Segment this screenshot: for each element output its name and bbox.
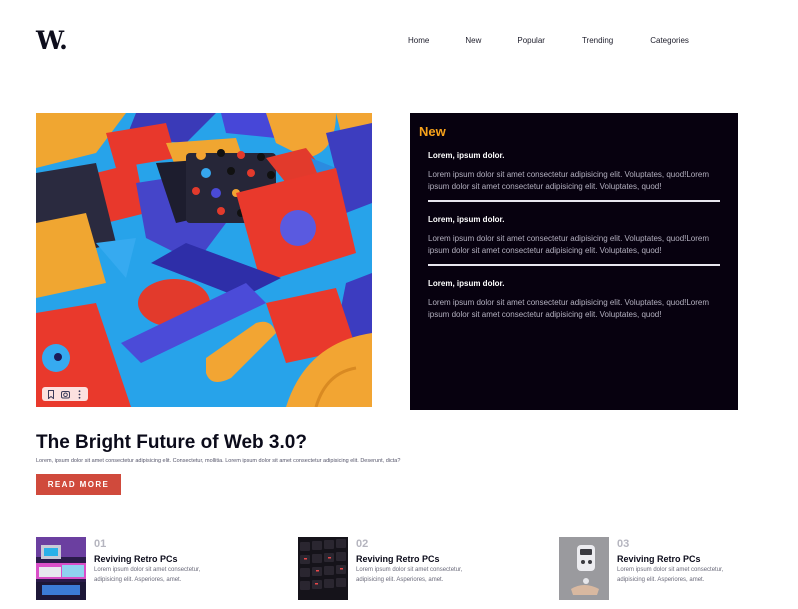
nav-new[interactable]: New bbox=[465, 36, 481, 45]
divider bbox=[428, 200, 720, 202]
card-number: 03 bbox=[617, 538, 630, 550]
new-item-title[interactable]: Lorem, ipsum dolor. bbox=[428, 279, 720, 288]
article-card[interactable]: 02 Reviving Retro PCs Lorem ipsum dolor … bbox=[298, 537, 486, 600]
keyboard-image bbox=[298, 537, 348, 600]
lens-icon[interactable] bbox=[58, 388, 72, 400]
nav-home[interactable]: Home bbox=[408, 36, 429, 45]
new-item-text: Lorem ipsum dolor sit amet consectetur a… bbox=[428, 234, 710, 255]
card-number: 02 bbox=[356, 538, 369, 550]
new-item[interactable]: Lorem, ipsum dolor. Lorem ipsum dolor si… bbox=[419, 279, 720, 321]
nav-categories[interactable]: Categories bbox=[650, 36, 689, 45]
bookmark-icon[interactable] bbox=[44, 388, 58, 400]
nav-popular[interactable]: Popular bbox=[517, 36, 545, 45]
more-icon[interactable] bbox=[72, 388, 86, 400]
card-thumbnail[interactable] bbox=[559, 537, 609, 600]
card-text: Lorem ipsum dolor sit amet consectetur, … bbox=[356, 567, 463, 583]
card-thumbnail[interactable] bbox=[36, 537, 86, 600]
featured-headline[interactable]: The Bright Future of Web 3.0? bbox=[36, 432, 307, 454]
card-thumbnail[interactable] bbox=[298, 537, 348, 600]
new-panel: New Lorem, ipsum dolor. Lorem ipsum dolo… bbox=[410, 113, 738, 410]
new-item-title[interactable]: Lorem, ipsum dolor. bbox=[428, 151, 720, 160]
new-item[interactable]: Lorem, ipsum dolor. Lorem ipsum dolor si… bbox=[419, 215, 720, 257]
new-panel-title: New bbox=[419, 124, 446, 139]
card-text: Lorem ipsum dolor sit amet consectetur, … bbox=[94, 567, 201, 583]
card-title[interactable]: Reviving Retro PCs bbox=[94, 554, 224, 564]
retro-pc-image bbox=[36, 537, 86, 600]
divider bbox=[428, 264, 720, 266]
card-title[interactable]: Reviving Retro PCs bbox=[617, 554, 747, 564]
read-more-button[interactable]: READ MORE bbox=[36, 474, 121, 495]
new-item-title[interactable]: Lorem, ipsum dolor. bbox=[428, 215, 720, 224]
site-logo[interactable]: W. bbox=[36, 26, 68, 55]
article-card[interactable]: 01 Reviving Retro PCs Lorem ipsum dolor … bbox=[36, 537, 224, 600]
new-item-text: Lorem ipsum dolor sit amet consectetur a… bbox=[428, 170, 710, 191]
card-text: Lorem ipsum dolor sit amet consectetur, … bbox=[617, 567, 724, 583]
card-number: 01 bbox=[94, 538, 107, 550]
main-nav: Home New Popular Trending Categories bbox=[408, 36, 689, 45]
abstract-blocks-illustration bbox=[36, 113, 372, 407]
game-controller-image bbox=[559, 537, 609, 600]
featured-image bbox=[36, 113, 372, 407]
featured-summary: Lorem, ipsum dolor sit amet consectetur … bbox=[36, 458, 401, 464]
nav-trending[interactable]: Trending bbox=[582, 36, 613, 45]
article-card[interactable]: 03 Reviving Retro PCs Lorem ipsum dolor … bbox=[559, 537, 747, 600]
image-toolbar bbox=[42, 387, 88, 401]
new-item-text: Lorem ipsum dolor sit amet consectetur a… bbox=[428, 298, 710, 319]
card-title[interactable]: Reviving Retro PCs bbox=[356, 554, 486, 564]
new-item[interactable]: Lorem, ipsum dolor. Lorem ipsum dolor si… bbox=[419, 151, 720, 193]
